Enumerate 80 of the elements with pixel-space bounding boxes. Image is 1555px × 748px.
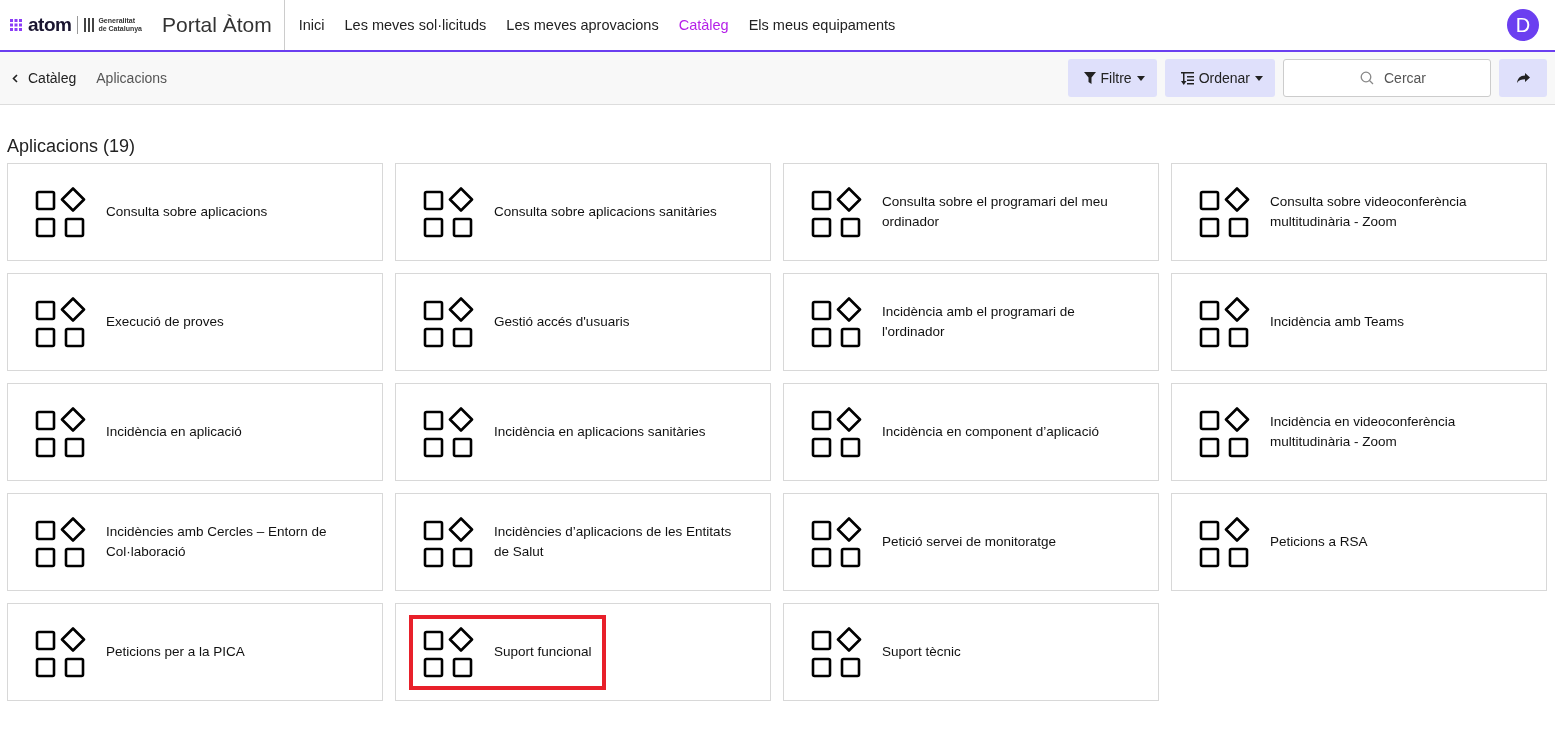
nav-link[interactable]: Catàleg [678,17,729,33]
apps-icon [423,406,474,458]
apps-icon [1199,516,1250,568]
breadcrumb-current: Aplicacions [96,70,168,86]
nav-link[interactable]: Les meves sol·licituds [344,17,487,33]
catalog-card[interactable]: Consulta sobre el programari del meu ordinador [783,163,1159,261]
nav-link[interactable]: Les meves aprovacions [506,17,659,33]
catalog-card[interactable]: Consulta sobre videoconferència multitudinària - Zoom [1171,163,1547,261]
chevron-left-icon[interactable] [12,73,18,83]
catalog-card[interactable]: Consulta sobre aplicacions [7,163,383,261]
filter-icon [1083,72,1096,84]
catalog-card[interactable]: Consulta sobre aplicacions sanitàries [395,163,771,261]
apps-icon [423,516,474,568]
apps-icon [423,626,474,678]
card-title: Incidència en videoconferència multitudinària - Zoom [1270,413,1457,451]
apps-icon [35,186,86,238]
apps-icon [423,186,474,238]
catalog-card[interactable]: Petició servei de monitoratge [783,493,1159,591]
card-title: Consulta sobre videoconferència multitudinària - Zoom [1270,193,1468,231]
card-title: Incidència en aplicació [106,423,242,441]
card-title: Execució de proves [106,313,224,331]
section-title: Aplicacions (19) [7,136,137,157]
search-icon [1360,71,1374,85]
card-title: Consulta sobre aplicacions [106,203,268,221]
apps-icon [811,516,862,568]
apps-icon [1199,296,1250,348]
nav-link[interactable]: Inici [298,17,325,33]
breadcrumb-link[interactable]: Catàleg [28,70,77,86]
card-title: Peticions per a la PICA [106,643,245,661]
catalog-card[interactable]: Peticions per a la PICA [7,603,383,701]
card-title: Incidència amb Teams [1270,313,1405,331]
sort-button[interactable]: Ordenar [1164,59,1275,97]
logo-text: atom [28,14,72,36]
card-title: Incidències d’aplicacions de les Entitats de Salut [494,523,733,561]
apps-icon [811,406,862,458]
catalog-card[interactable]: Incidència en component d’aplicació [783,383,1159,481]
card-title: Consulta sobre aplicacions sanitàries [494,203,717,221]
card-title: Peticions a RSA [1270,533,1368,551]
catalog-card[interactable]: Incidència amb el programari de l'ordinador [783,273,1159,371]
logo-dots-icon [10,19,22,31]
apps-icon [1199,186,1250,238]
apps-icon [35,626,86,678]
share-icon [1516,72,1530,84]
apps-icon [35,296,86,348]
apps-icon [1199,406,1250,458]
apps-icon [811,626,862,678]
search-field[interactable]: Cercar [1283,59,1491,97]
card-title: Petició servei de monitoratge [882,533,1057,551]
catalog-card[interactable]: Suport funcional [395,603,771,701]
catalog-card[interactable]: Execució de proves [7,273,383,371]
card-title: Incidència amb el programari de l'ordinador [882,303,1076,341]
sort-icon [1180,71,1194,85]
card-title: Suport tècnic [882,643,961,661]
caret-icon [1136,75,1145,81]
catalog-card[interactable]: Incidència en videoconferència multitudinària - Zoom [1171,383,1547,481]
card-title: Incidència en component d’aplicació [882,423,1099,441]
card-title: Gestió accés d'usuaris [494,313,630,331]
apps-icon [423,296,474,348]
share-button[interactable] [1499,59,1547,97]
apps-icon [811,186,862,238]
card-title: Incidència en aplicacions sanitàries [494,423,706,441]
card-title: Consulta sobre el programari del meu ordinador [882,193,1109,231]
catalog-card[interactable]: Incidència amb Teams [1171,273,1547,371]
caret-icon [1255,75,1263,81]
apps-icon [811,296,862,348]
catalog-card[interactable]: Incidència en aplicació [7,383,383,481]
card-title: Incidències amb Cercles – Entorn de Col·laboració [106,523,328,561]
catalog-card[interactable]: Suport tècnic [783,603,1159,701]
catalog-card[interactable]: Peticions a RSA [1171,493,1547,591]
catalog-card[interactable]: Gestió accés d'usuaris [395,273,771,371]
filter-button[interactable]: Filtre [1067,59,1157,97]
catalog-card[interactable]: Incidència en aplicacions sanitàries [395,383,771,481]
user-avatar[interactable]: D [1507,9,1539,41]
nav-link[interactable]: Els meus equipaments [748,17,896,33]
catalog-card[interactable]: Incidències amb Cercles – Entorn de Col·laboració [7,493,383,591]
apps-icon [35,406,86,458]
catalog-card[interactable]: Incidències d’aplicacions de les Entitats de Salut [395,493,771,591]
portal-title: Portal Àtom [162,13,272,37]
card-title: Suport funcional [494,643,592,661]
apps-icon [35,516,86,568]
